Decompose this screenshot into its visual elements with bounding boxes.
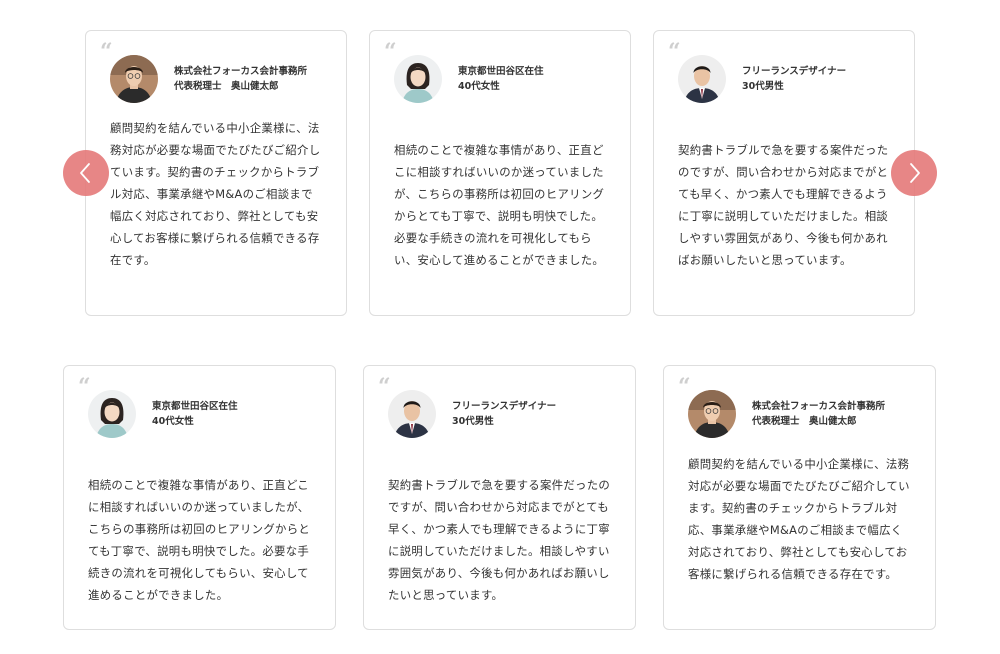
testimonial-author: フリーランスデザイナー 30代男性 <box>388 390 556 438</box>
author-info: フリーランスデザイナー 30代男性 <box>452 399 556 429</box>
testimonial-author: フリーランスデザイナー 30代男性 <box>678 55 846 103</box>
author-organization: 株式会社フォーカス会計事務所 <box>174 66 308 77</box>
testimonial-text: 顧問契約を結んでいる中小企業様に、法務対応が必要な場面でたびたびご紹介しています… <box>110 121 321 267</box>
chevron-right-icon <box>910 163 920 183</box>
carousel-next-button[interactable] <box>891 150 937 196</box>
avatar <box>110 55 158 103</box>
testimonial-text: 相続のことで複雑な事情があり、正直どこに相談すればいいのか迷っていましたが、こち… <box>88 478 311 602</box>
author-organization: 東京都世田谷区在住 <box>458 66 544 77</box>
testimonial-text: 契約書トラブルで急を要する案件だったのですが、問い合わせから対応までがとても早く… <box>388 478 611 602</box>
testimonial-text: 顧問契約を結んでいる中小企業様に、法務対応が必要な場面でたびたびご紹介しています… <box>688 457 910 581</box>
author-role: 40代女性 <box>152 416 194 427</box>
testimonial-card: “ フリーランスデザイナー 30代男性 契約書トラブルで急を要する案件だったので… <box>363 365 636 630</box>
author-info: 東京都世田谷区在住 40代女性 <box>152 399 238 429</box>
testimonial-card: “ 東京都世田谷区在住 40代女性 相続のことで複雑な事情があり、正直どこに相談… <box>369 30 631 316</box>
author-organization: フリーランスデザイナー <box>742 66 847 77</box>
author-role: 代表税理士 奥山健太郎 <box>752 416 857 427</box>
testimonial-author: 株式会社フォーカス会計事務所 代表税理士 奥山健太郎 <box>688 390 885 438</box>
avatar <box>394 55 442 103</box>
author-info: フリーランスデザイナー 30代男性 <box>742 64 846 94</box>
testimonial-author: 株式会社フォーカス会計事務所 代表税理士 奥山健太郎 <box>110 55 307 103</box>
author-role: 30代男性 <box>742 81 784 92</box>
chevron-left-icon <box>80 163 90 183</box>
author-info: 株式会社フォーカス会計事務所 代表税理士 奥山健太郎 <box>174 64 307 94</box>
avatar <box>388 390 436 438</box>
testimonial-card: “ フリーランスデザイナー 30代男性 契約書トラブルで急を要する案件だったので… <box>653 30 915 316</box>
avatar <box>688 390 736 438</box>
testimonial-text: 契約書トラブルで急を要する案件だったのですが、問い合わせから対応までがとても早く… <box>678 143 889 267</box>
testimonial-author: 東京都世田谷区在住 40代女性 <box>88 390 238 438</box>
testimonial-text: 相続のことで複雑な事情があり、正直どこに相談すればいいのか迷っていましたが、こち… <box>394 143 605 267</box>
avatar <box>678 55 726 103</box>
author-info: 東京都世田谷区在住 40代女性 <box>458 64 544 94</box>
testimonial-card: “ 株式会社フォーカス会計事務所 代表税理士 奥山健太郎 顧問契約を結んでいる中… <box>85 30 347 316</box>
author-organization: 株式会社フォーカス会計事務所 <box>752 401 886 412</box>
testimonial-card: “ 東京都世田谷区在住 40代女性 相続のことで複雑な事情があり、正直どこに相談… <box>63 365 336 630</box>
testimonial-card: “ 株式会社フォーカス会計事務所 代表税理士 奥山健太郎 顧問契約を結んでいる中… <box>663 365 936 630</box>
author-role: 代表税理士 奥山健太郎 <box>174 81 279 92</box>
author-info: 株式会社フォーカス会計事務所 代表税理士 奥山健太郎 <box>752 399 885 429</box>
author-organization: 東京都世田谷区在住 <box>152 401 238 412</box>
carousel-prev-button[interactable] <box>63 150 109 196</box>
author-organization: フリーランスデザイナー <box>452 401 557 412</box>
testimonial-author: 東京都世田谷区在住 40代女性 <box>394 55 544 103</box>
author-role: 40代女性 <box>458 81 500 92</box>
avatar <box>88 390 136 438</box>
author-role: 30代男性 <box>452 416 494 427</box>
